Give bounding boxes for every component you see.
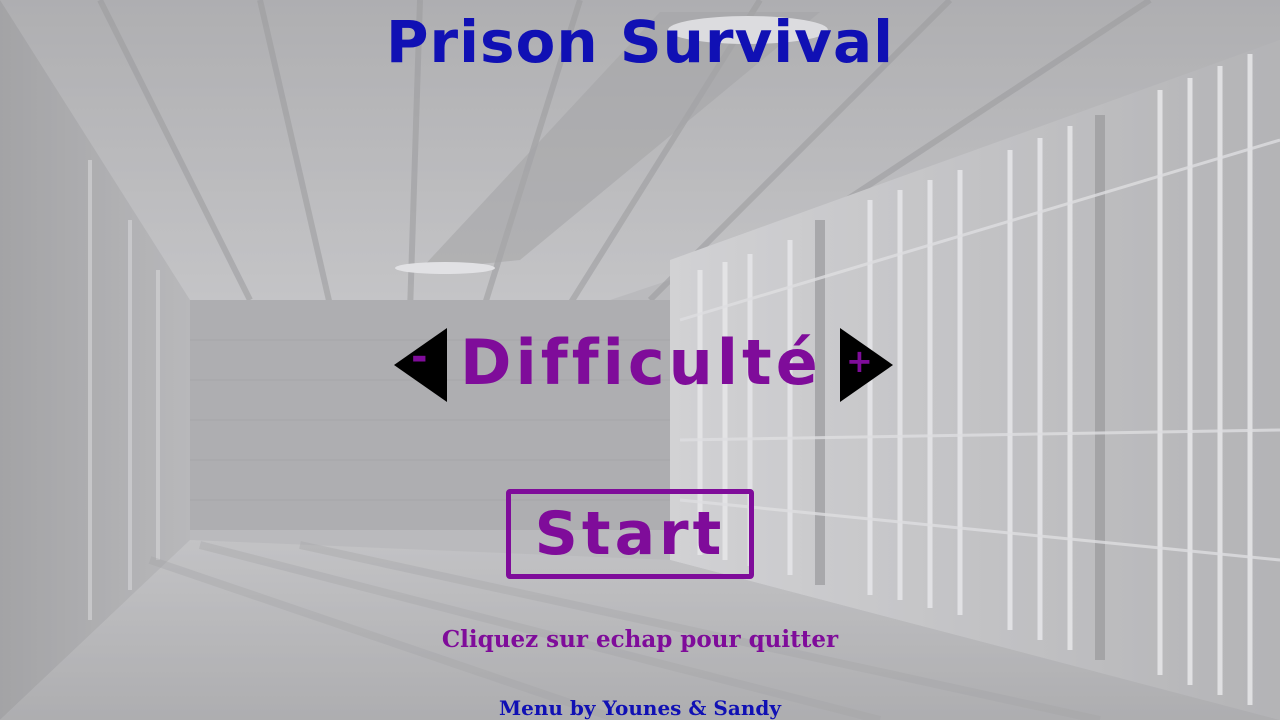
game-title: Prison Survival bbox=[385, 8, 895, 76]
start-button[interactable]: Start bbox=[506, 489, 754, 579]
difficulty-label: Difficulté bbox=[460, 326, 822, 399]
quit-hint-text: Cliquez sur echap pour quitter bbox=[441, 626, 839, 653]
difficulty-decrease-button[interactable] bbox=[394, 328, 447, 402]
credits-text: Menu by Younes & Sandy bbox=[499, 696, 781, 720]
main-menu-screen: Prison Survival - Difficulté + Start Cli… bbox=[0, 0, 1280, 720]
difficulty-increase-button[interactable] bbox=[840, 328, 893, 402]
